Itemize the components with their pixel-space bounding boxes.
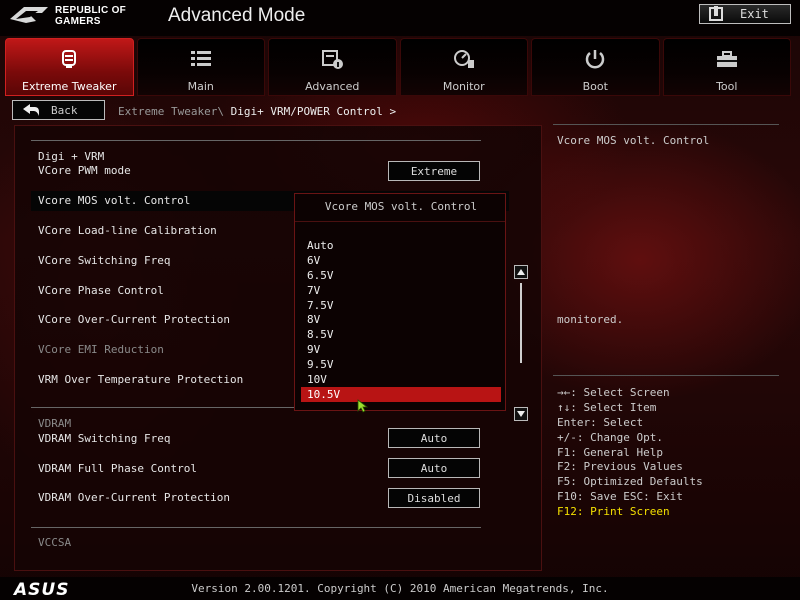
header-bar: REPUBLIC OF GAMERS Advanced Mode Exit xyxy=(0,0,800,36)
exit-button[interactable]: Exit xyxy=(699,4,791,24)
vdram-full-phase-value[interactable]: Auto xyxy=(388,458,480,478)
footer-bar: ASUS Version 2.00.1201. Copyright (C) 20… xyxy=(0,577,800,600)
key-hint-print-screen: F12: Print Screen xyxy=(557,505,670,519)
tab-extreme-tweaker[interactable]: Extreme Tweaker xyxy=(5,38,134,96)
brand-line-2: GAMERS xyxy=(55,16,101,27)
power-icon xyxy=(583,48,607,70)
key-hint: F10: Save ESC: Exit xyxy=(557,490,683,504)
vcore-pwm-mode-value[interactable]: Extreme xyxy=(388,161,480,181)
rog-brand: REPUBLIC OF GAMERS xyxy=(55,5,126,27)
toolbox-icon xyxy=(715,48,739,70)
setting-vdram-overcurrent[interactable]: VDRAM Over-Current Protection xyxy=(38,491,230,504)
help-description: Vcore MOS volt. Control xyxy=(557,134,710,147)
tab-label: Monitor xyxy=(442,80,485,93)
setting-vcore-pwm-mode[interactable]: VCore PWM mode xyxy=(38,164,131,177)
dropdown-option[interactable]: 6.5V xyxy=(301,268,501,283)
dropdown-option[interactable]: 9.5V xyxy=(301,357,501,372)
exit-label: Exit xyxy=(740,7,769,21)
brand-line-1: REPUBLIC OF xyxy=(55,5,127,16)
vdram-overcurrent-value[interactable]: Disabled xyxy=(388,488,480,508)
tab-label: Tool xyxy=(716,80,738,93)
option-dropdown: Vcore MOS volt. Control Auto 6V 6.5V 7V … xyxy=(294,193,506,411)
scroll-down-button[interactable] xyxy=(514,407,528,421)
tab-advanced[interactable]: Advanced xyxy=(268,38,397,96)
vdram-switching-freq-value[interactable]: Auto xyxy=(388,428,480,448)
back-arrow-icon xyxy=(23,104,39,116)
setting-vcore-emi-reduction: VCore EMI Reduction xyxy=(38,343,164,356)
dropdown-options: Auto 6V 6.5V 7V 7.5V 8V 8.5V 9V 9.5V 10V… xyxy=(301,238,501,402)
dropdown-option[interactable]: 7V xyxy=(301,283,501,298)
dropdown-divider xyxy=(295,221,505,222)
scrollbar-track[interactable] xyxy=(520,283,522,363)
version-text: Version 2.00.1201. Copyright (C) 2010 Am… xyxy=(191,582,609,595)
rog-eye-logo xyxy=(10,7,48,23)
breadcrumb-current: Digi+ VRM/POWER Control > xyxy=(230,105,397,118)
tweaker-icon xyxy=(57,48,81,70)
section-divider xyxy=(31,527,481,528)
help-divider xyxy=(553,375,779,376)
dropdown-option[interactable]: 7.5V xyxy=(301,298,501,313)
back-label: Back xyxy=(51,103,78,117)
back-button[interactable]: Back xyxy=(12,100,105,120)
section-divider xyxy=(31,140,481,141)
mouse-cursor-icon xyxy=(357,399,369,413)
dropdown-option[interactable]: 8V xyxy=(301,312,501,327)
key-hint: F5: Optimized Defaults xyxy=(557,475,703,489)
main-tabs: Extreme Tweaker Main Advanced Monitor Bo… xyxy=(5,38,795,96)
settings-doc-icon xyxy=(320,48,344,70)
dropdown-option[interactable]: Auto xyxy=(301,238,501,253)
setting-vcore-mos-volt[interactable]: Vcore MOS volt. Control xyxy=(38,194,190,207)
breadcrumb-parent[interactable]: Extreme Tweaker\ xyxy=(118,105,224,118)
setting-vcore-phase-control[interactable]: VCore Phase Control xyxy=(38,284,164,297)
list-icon xyxy=(189,48,213,70)
gauge-icon xyxy=(452,48,476,70)
key-legend: →←: Select Screen ↑↓: Select Item Enter:… xyxy=(557,386,703,520)
arrow-down-icon xyxy=(517,411,525,417)
dropdown-option[interactable]: 9V xyxy=(301,342,501,357)
setting-vcore-loadline[interactable]: VCore Load-line Calibration xyxy=(38,224,217,237)
tab-main[interactable]: Main xyxy=(136,38,265,96)
mode-title: Advanced Mode xyxy=(168,5,306,26)
key-hint: F1: General Help xyxy=(557,445,663,459)
tab-tool[interactable]: Tool xyxy=(662,38,791,96)
section-vdram: VDRAM xyxy=(38,417,72,430)
dropdown-option[interactable]: 6V xyxy=(301,253,501,268)
section-digi-vrm: Digi + VRM xyxy=(38,150,105,163)
tab-label: Main xyxy=(187,80,214,93)
key-hint: +/-: Change Opt. xyxy=(557,430,663,444)
help-divider xyxy=(553,124,779,125)
key-hint: →←: Select Screen xyxy=(557,386,670,399)
scroll-up-button[interactable] xyxy=(514,265,528,279)
tab-label: Advanced xyxy=(305,80,360,93)
key-hint: F2: Previous Values xyxy=(557,460,683,474)
tab-label: Boot xyxy=(582,80,608,93)
tab-boot[interactable]: Boot xyxy=(531,38,660,96)
setting-vcore-switching-freq[interactable]: VCore Switching Freq xyxy=(38,254,170,267)
key-hint: ↑↓: Select Item xyxy=(557,400,657,414)
setting-vrm-over-temp[interactable]: VRM Over Temperature Protection xyxy=(38,373,243,386)
exit-door-icon xyxy=(709,6,723,21)
dropdown-option[interactable]: 10V xyxy=(301,372,501,387)
section-vccsa: VCCSA xyxy=(38,536,72,549)
key-hint: Enter: Select xyxy=(557,415,644,429)
dropdown-option[interactable]: 8.5V xyxy=(301,327,501,342)
dropdown-option-selected[interactable]: 10.5V xyxy=(301,386,501,402)
dropdown-title: Vcore MOS volt. Control xyxy=(324,200,478,213)
setting-vcore-overcurrent[interactable]: VCore Over-Current Protection xyxy=(38,313,230,326)
breadcrumb: Extreme Tweaker\ Digi+ VRM/POWER Control… xyxy=(118,105,396,118)
setting-vdram-switching-freq[interactable]: VDRAM Switching Freq xyxy=(38,432,170,445)
setting-vdram-full-phase[interactable]: VDRAM Full Phase Control xyxy=(38,462,197,475)
tab-monitor[interactable]: Monitor xyxy=(399,38,528,96)
arrow-up-icon xyxy=(517,269,525,275)
help-description-tail: monitored. xyxy=(557,313,624,326)
tab-label: Extreme Tweaker xyxy=(22,80,117,93)
